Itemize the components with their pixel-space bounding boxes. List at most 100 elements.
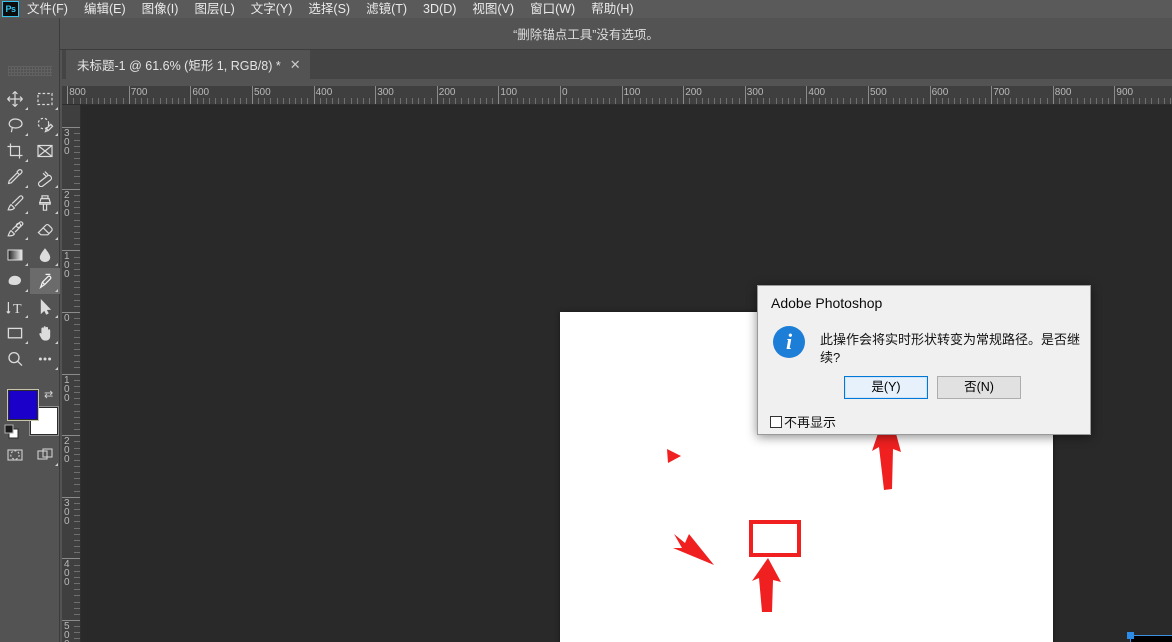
ruler-tick-minor — [757, 98, 759, 104]
ruler-tick-minor — [572, 98, 574, 104]
rectangular-marquee-tool[interactable] — [30, 86, 60, 112]
menu-item-3[interactable]: 图层(L) — [186, 0, 242, 18]
ruler-tick-minor — [695, 98, 697, 104]
ruler-tick-minor — [1015, 98, 1017, 104]
ruler-tick-minor — [763, 98, 765, 104]
lasso-tool[interactable] — [0, 112, 30, 138]
ruler-tick-minor — [609, 98, 611, 104]
zoom-tool[interactable] — [0, 346, 30, 372]
ruler-tick-minor — [917, 98, 919, 104]
swap-colors-icon[interactable]: ⇄ — [44, 388, 53, 401]
ruler-tick-minor — [227, 98, 229, 104]
ruler-tick-minor — [369, 98, 371, 104]
tools-grid: T — [0, 86, 60, 372]
menu-item-8[interactable]: 视图(V) — [464, 0, 522, 18]
ruler-tick-minor — [516, 98, 518, 104]
type-tool[interactable]: T — [0, 294, 30, 320]
ruler-tick-minor — [898, 98, 900, 104]
checkbox-box[interactable] — [770, 415, 782, 428]
yes-button[interactable]: 是(Y) — [844, 376, 928, 399]
menu-item-10[interactable]: 帮助(H) — [583, 0, 641, 18]
ruler-label: 500 — [870, 87, 887, 98]
ruler-tick-minor — [74, 225, 80, 227]
clone-stamp-tool[interactable] — [30, 190, 60, 216]
ruler-tick-minor — [74, 355, 80, 357]
ruler-tick-minor — [775, 98, 777, 104]
ruler-tick-minor — [338, 98, 340, 104]
ruler-tick-minor — [720, 98, 722, 104]
screen-mode-button[interactable] — [30, 442, 60, 468]
menu-item-1[interactable]: 编辑(E) — [76, 0, 134, 18]
menu-item-9[interactable]: 窗口(W) — [522, 0, 583, 18]
ruler-tick-minor — [707, 98, 709, 104]
menu-item-5[interactable]: 选择(S) — [300, 0, 358, 18]
anchor-point-top-left[interactable] — [1127, 632, 1134, 639]
document-tab[interactable]: 未标题-1 @ 61.6% (矩形 1, RGB/8) * ✕ — [66, 50, 310, 79]
quick-mask-button[interactable] — [0, 442, 30, 468]
ruler-tick-minor — [74, 613, 80, 615]
ruler-label: 800 — [1054, 87, 1072, 98]
ruler-tick-minor — [74, 576, 80, 578]
ruler-tick-minor — [849, 98, 851, 104]
ruler-tick-minor — [467, 98, 469, 104]
rectangle-shape-layer[interactable] — [1130, 635, 1172, 642]
gradient-tool[interactable] — [0, 242, 30, 268]
path-selection-tool[interactable] — [30, 294, 60, 320]
ruler-tick-minor — [831, 98, 833, 104]
ruler-tick-minor — [492, 98, 494, 104]
ruler-tick-minor — [74, 447, 80, 449]
pen-tool[interactable] — [30, 268, 60, 294]
ruler-tick-minor — [954, 98, 956, 104]
ruler-tick-minor — [670, 98, 672, 104]
ruler-tick-minor — [74, 293, 80, 295]
ruler-tick-minor — [1040, 98, 1042, 104]
no-button[interactable]: 否(N) — [937, 376, 1021, 399]
hand-tool[interactable] — [30, 320, 60, 346]
edit-toolbar-tool[interactable] — [30, 346, 60, 372]
default-colors-icon[interactable] — [4, 424, 20, 443]
ruler-tick-minor — [658, 98, 660, 104]
tools-panel-drag-handle[interactable] — [8, 66, 52, 76]
ruler-tick-minor — [461, 98, 463, 104]
menu-item-7[interactable]: 3D(D) — [415, 0, 464, 18]
ruler-tick-minor — [1046, 98, 1048, 104]
dodge-tool[interactable] — [0, 268, 30, 294]
move-tool[interactable] — [0, 86, 30, 112]
ruler-tick-minor — [732, 98, 734, 104]
foreground-color-swatch[interactable] — [8, 390, 38, 420]
options-bar: ⌄ “删除锚点工具”没有选项。 — [0, 18, 1172, 50]
healing-brush-tool[interactable] — [30, 164, 60, 190]
frame-tool[interactable] — [30, 138, 60, 164]
ruler-tick-minor — [74, 478, 80, 480]
menu-item-6[interactable]: 滤镜(T) — [358, 0, 415, 18]
rectangle-tool[interactable] — [0, 320, 30, 346]
ruler-tick-minor — [603, 98, 605, 104]
eyedropper-tool[interactable] — [0, 164, 30, 190]
ruler-tick-minor — [110, 98, 112, 104]
blur-tool[interactable] — [30, 242, 60, 268]
ruler-tick-minor — [424, 98, 426, 104]
ruler-tick-minor — [406, 98, 407, 104]
crop-tool[interactable] — [0, 138, 30, 164]
ruler-tick-minor — [270, 98, 272, 104]
ruler-tick-minor — [74, 231, 80, 233]
close-icon[interactable]: ✕ — [290, 58, 301, 71]
ruler-tick-minor — [208, 98, 210, 104]
brush-tool[interactable] — [0, 190, 30, 216]
ruler-tick-minor — [880, 98, 882, 104]
menu-item-2[interactable]: 图像(I) — [134, 0, 187, 18]
quick-selection-tool[interactable] — [30, 112, 60, 138]
ruler-label: 600 — [192, 87, 210, 98]
ruler-label: 300 — [64, 128, 70, 158]
horizontal-ruler[interactable]: 800 700 600 500 400 300 200 100 0 100 200 300 400 500… — [62, 86, 1172, 105]
vertical-ruler[interactable]: 300 200 100 0 100 200 300 400 500 — [62, 105, 81, 642]
dont-show-again-checkbox[interactable]: 不再显示 — [770, 412, 836, 431]
ruler-tick-minor — [79, 98, 81, 104]
eraser-tool[interactable] — [30, 216, 60, 242]
menu-item-0[interactable]: 文件(F) — [19, 0, 76, 18]
ruler-tick-minor — [165, 98, 167, 104]
ruler-tick-minor — [74, 133, 80, 135]
ruler-tick-minor — [74, 570, 80, 572]
history-brush-tool[interactable] — [0, 216, 30, 242]
menu-item-4[interactable]: 文字(Y) — [243, 0, 301, 18]
